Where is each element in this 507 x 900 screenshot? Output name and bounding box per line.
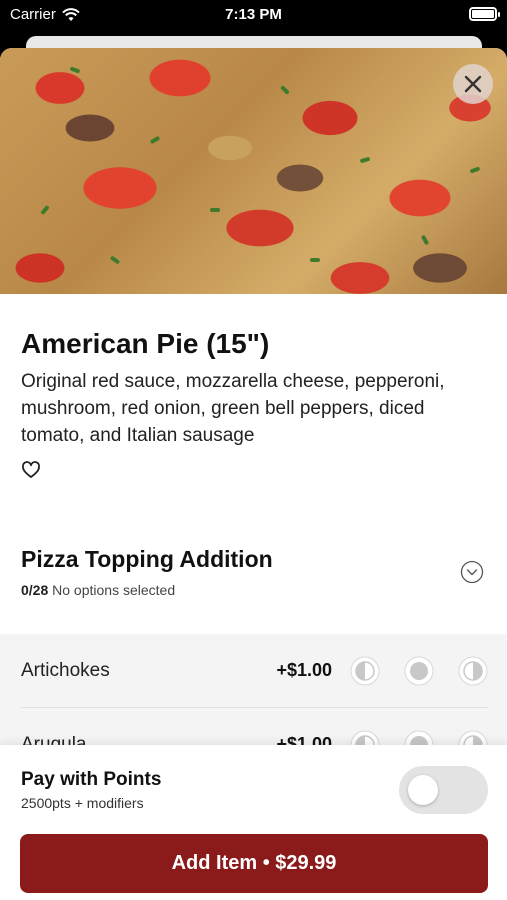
pay-with-points-toggle[interactable] [399,766,488,814]
item-detail-sheet: American Pie (15") Original red sauce, m… [0,48,507,900]
status-bar: Carrier 7:13 PM [0,0,507,30]
add-item-button[interactable]: Add Item • $29.99 [20,834,488,893]
option-price: +$1.00 [276,660,332,680]
checkout-footer: Pay with Points 2500pts + modifiers Add … [0,745,507,900]
clock: 7:13 PM [225,6,282,23]
whole-icon[interactable] [404,656,434,686]
modifier-count: 0/28 [21,582,49,598]
option-name: Artichokes [21,660,110,681]
modifier-group-title: Pizza Topping Addition [21,546,273,572]
battery-icon [469,7,500,21]
left-half-icon[interactable] [350,656,380,686]
close-button[interactable] [453,64,493,104]
chevron-down-circle-icon[interactable] [460,560,484,584]
modifier-status-text: No options selected [52,582,176,598]
modifier-group-status: 0/28 No options selected [21,582,175,598]
close-icon [464,75,482,93]
toggle-knob [408,775,438,805]
heart-outline-icon[interactable] [21,460,41,480]
points-cost-label: 2500pts + modifiers [21,795,144,811]
right-half-icon[interactable] [458,656,488,686]
pay-with-points-label: Pay with Points [21,769,162,790]
item-title: American Pie (15") [21,328,270,359]
item-photo [0,48,507,294]
item-description: Original red sauce, mozzarella cheese, p… [21,371,445,446]
option-row-artichokes: Artichokes +$1.00 [0,634,507,708]
